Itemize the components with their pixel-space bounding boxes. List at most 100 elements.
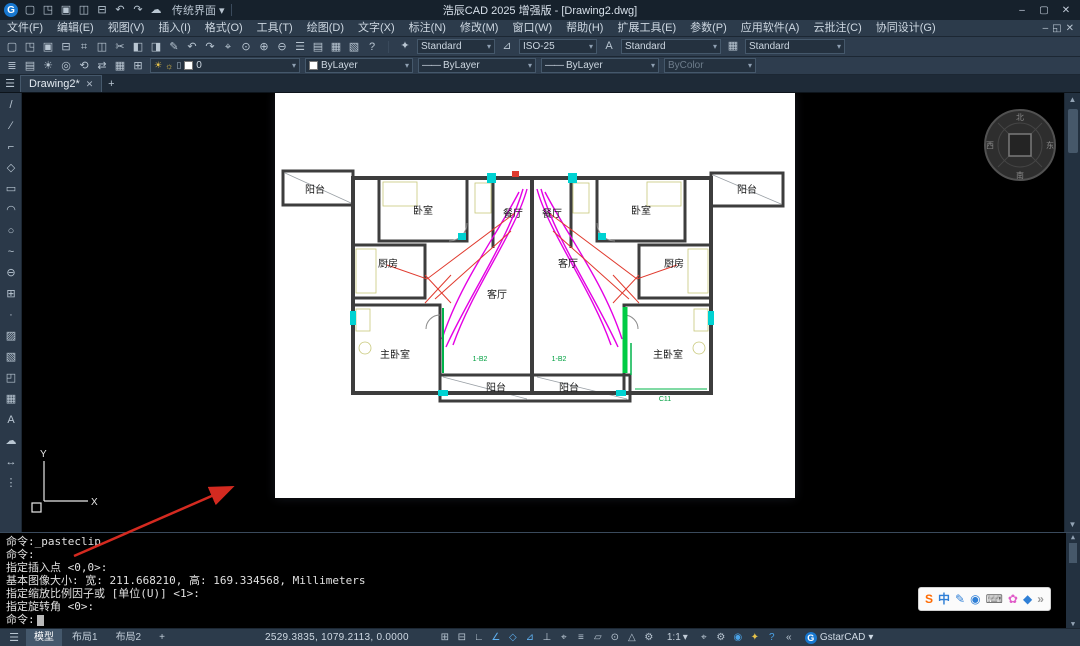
menu-item[interactable]: 扩展工具(E): [610, 20, 683, 36]
tab-model[interactable]: 模型: [26, 629, 62, 646]
plot-icon[interactable]: ⊟: [57, 39, 75, 56]
lineweight-combo[interactable]: —— ByLayer ▾: [541, 58, 659, 73]
linetype-combo[interactable]: —— ByLayer ▾: [418, 58, 536, 73]
annotation-scale-control[interactable]: 1:1 ▾: [667, 632, 688, 643]
doc-restore-button[interactable]: ◱: [1052, 23, 1061, 34]
workspace-gear-icon[interactable]: ⚙: [641, 629, 657, 646]
app-logo-icon[interactable]: G: [4, 3, 18, 17]
line-tool-icon[interactable]: /: [0, 95, 22, 116]
layer-previous-icon[interactable]: ⟲: [75, 58, 93, 75]
color-combo[interactable]: ByLayer ▾: [305, 58, 413, 73]
status-menu-icon[interactable]: ☰: [4, 631, 24, 644]
new-tab-button[interactable]: +: [102, 78, 120, 90]
insert-block-icon[interactable]: ⊞: [0, 284, 22, 305]
text-style-combo[interactable]: Standard ▾: [621, 39, 721, 54]
dynamic-input-icon[interactable]: ⌖: [556, 629, 572, 646]
collapse-icon[interactable]: «: [781, 629, 797, 646]
handwriting-icon[interactable]: ✎: [955, 588, 965, 610]
menu-item[interactable]: 绘图(D): [300, 20, 351, 36]
settings-gear-icon[interactable]: ⚙: [713, 629, 729, 646]
command-scrollbar[interactable]: ▲ ▼: [1066, 533, 1080, 628]
command-input-line[interactable]: 命令:: [6, 613, 1064, 627]
classic-ui-switch[interactable]: 传统界面 ▾: [172, 2, 225, 18]
menu-item[interactable]: 应用软件(A): [734, 20, 807, 36]
pan-icon[interactable]: ⌖: [219, 39, 237, 56]
menu-item[interactable]: 参数(P): [683, 20, 734, 36]
layer-lock-icon[interactable]: ▯: [176, 60, 181, 71]
undo-icon[interactable]: ↶: [112, 2, 128, 19]
mtext-icon[interactable]: A: [0, 410, 22, 431]
polygon-icon[interactable]: ◇: [0, 158, 22, 179]
license-key-icon[interactable]: ✦: [747, 629, 763, 646]
zoom-realtime-icon[interactable]: ⊙: [237, 39, 255, 56]
vertical-scrollbar[interactable]: ▲ ▼: [1064, 93, 1080, 532]
dim-style-icon[interactable]: ⊿: [498, 38, 516, 55]
menu-item[interactable]: 工具(T): [250, 20, 300, 36]
dimension-icon[interactable]: ↔: [0, 452, 22, 473]
rectangle-icon[interactable]: ▭: [0, 179, 22, 200]
table-style-combo[interactable]: Standard ▾: [745, 39, 845, 54]
ducs-icon[interactable]: ⊥: [539, 629, 555, 646]
menu-item[interactable]: 视图(V): [101, 20, 152, 36]
gradient-icon[interactable]: ▧: [0, 347, 22, 368]
menu-item[interactable]: 云批注(C): [806, 20, 868, 36]
layer-on-icon[interactable]: ☀: [39, 58, 57, 75]
scroll-down-icon[interactable]: ▼: [1069, 518, 1077, 532]
menu-item[interactable]: 文件(F): [0, 20, 50, 36]
selection-cycling-icon[interactable]: ⊙: [607, 629, 623, 646]
isolate-objects-icon[interactable]: ⌖: [696, 629, 712, 646]
osnap-icon[interactable]: ◇: [505, 629, 521, 646]
scrollbar-thumb[interactable]: [1069, 543, 1077, 563]
text-style-icon[interactable]: A: [600, 38, 618, 55]
match-properties-icon[interactable]: ✎: [165, 39, 183, 56]
skin-icon[interactable]: ◆: [1023, 588, 1032, 610]
layer-states-icon[interactable]: ▤: [21, 58, 39, 75]
print-icon[interactable]: ⊟: [94, 2, 110, 19]
workspace-style-combo[interactable]: Standard ▾: [417, 39, 495, 54]
doc-minimize-button[interactable]: –: [1043, 23, 1049, 34]
otrack-icon[interactable]: ⊿: [522, 629, 538, 646]
publish-icon[interactable]: ◫: [93, 39, 111, 56]
more-tools-icon[interactable]: ⋮: [0, 473, 22, 494]
layer-match-icon[interactable]: ⇄: [93, 58, 111, 75]
sheet-set-icon[interactable]: ▧: [345, 39, 363, 56]
zoom-previous-icon[interactable]: ⊖: [273, 39, 291, 56]
menu-item[interactable]: 格式(O): [198, 20, 250, 36]
close-button[interactable]: ✕: [1056, 5, 1076, 16]
tool-palettes-icon[interactable]: ▦: [327, 39, 345, 56]
properties-icon[interactable]: ☰: [291, 39, 309, 56]
cloud-icon[interactable]: ☁: [148, 2, 164, 19]
layer-properties-icon[interactable]: ≣: [3, 58, 21, 75]
arc-icon[interactable]: ◠: [0, 200, 22, 221]
menu-item[interactable]: 协同设计(G): [869, 20, 943, 36]
save-icon[interactable]: ▣: [39, 39, 57, 56]
transparency-icon[interactable]: ▱: [590, 629, 606, 646]
snap-icon[interactable]: ⊟: [454, 629, 470, 646]
new-file-icon[interactable]: ▢: [3, 39, 21, 56]
construction-line-icon[interactable]: ∕: [0, 116, 22, 137]
copy-icon[interactable]: ◧: [129, 39, 147, 56]
doc-close-button[interactable]: ✕: [1066, 23, 1074, 34]
scroll-down-icon[interactable]: ▼: [1071, 620, 1075, 628]
layer-combo[interactable]: ☀ ☼ ▯ 0 ▾: [150, 58, 300, 73]
ellipse-icon[interactable]: ⊖: [0, 263, 22, 284]
menu-item[interactable]: 窗口(W): [505, 20, 559, 36]
voice-icon[interactable]: ◉: [730, 629, 746, 646]
revision-cloud-icon[interactable]: ☁: [0, 431, 22, 452]
tab-layout1[interactable]: 布局1: [64, 629, 106, 646]
plot-preview-icon[interactable]: ⌗: [75, 39, 93, 56]
ortho-icon[interactable]: ∟: [471, 629, 487, 646]
scroll-up-icon[interactable]: ▲: [1069, 93, 1077, 107]
hatch-icon[interactable]: ▨: [0, 326, 22, 347]
menu-item[interactable]: 帮助(H): [559, 20, 610, 36]
layer-freeze-icon[interactable]: ⊞: [129, 58, 147, 75]
input-mode-icon[interactable]: 中: [938, 588, 950, 610]
help-icon[interactable]: ?: [363, 39, 381, 56]
circle-icon[interactable]: ○: [0, 221, 22, 242]
minimize-button[interactable]: –: [1012, 5, 1032, 16]
tab-layout2[interactable]: 布局2: [108, 629, 150, 646]
menu-item[interactable]: 文字(X): [351, 20, 402, 36]
doc-menu-icon[interactable]: ☰: [0, 77, 20, 90]
command-line-panel[interactable]: 命令:_pasteclip命令:指定插入点 <0,0>:基本图像大小: 宽: 2…: [0, 532, 1080, 628]
open-file-icon[interactable]: ◳: [40, 2, 56, 19]
